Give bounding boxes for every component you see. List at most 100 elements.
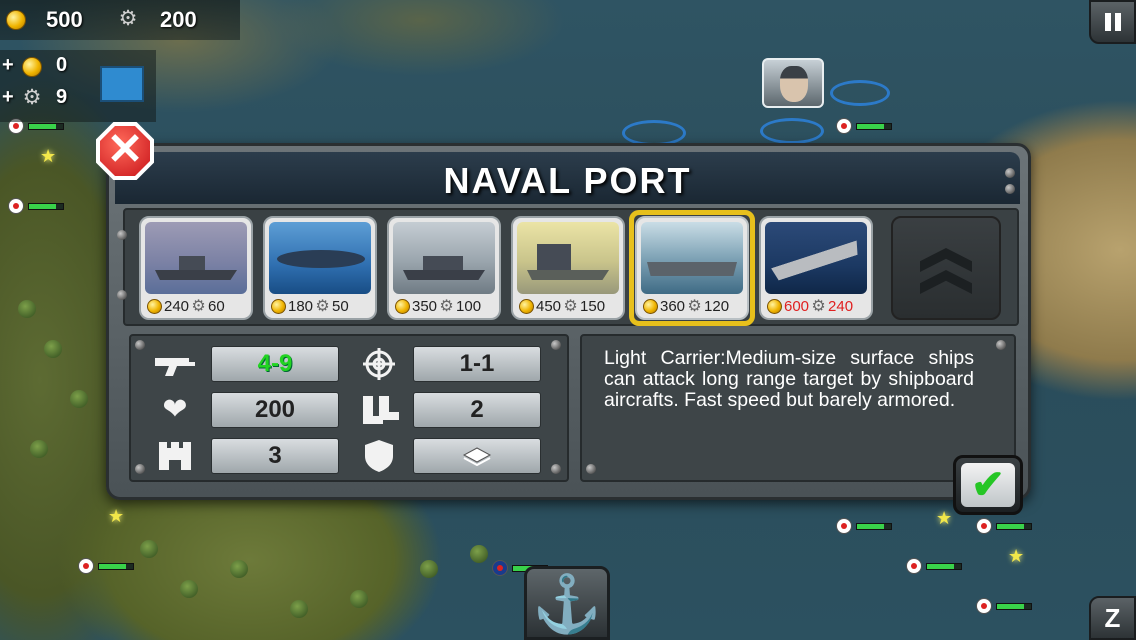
unit-health-bar: [28, 123, 64, 130]
layers-icon: [462, 447, 492, 467]
unit-health-bar: [856, 523, 892, 530]
income-panel: + 0 + ⚙ 9: [0, 50, 156, 122]
rank-chevron-icon: [920, 270, 972, 294]
japan-flag-icon: [836, 518, 852, 534]
tree: [30, 440, 48, 458]
gold-income: 0: [56, 54, 68, 76]
rank-chevron-icon: [920, 248, 972, 272]
health-value: 200: [211, 392, 339, 428]
unit-selection-strip: 240 ⚙ 60 180 ⚙ 50 350 ⚙ 100 450 ⚙ 150 36…: [117, 208, 1019, 326]
rivet-icon: [135, 340, 145, 350]
gear-icon: ⚙: [563, 297, 578, 315]
rank-star-icon: ★: [936, 508, 953, 528]
coin-icon: [147, 298, 162, 314]
unit-cost: 180 ⚙ 50: [267, 296, 375, 316]
tree: [44, 340, 62, 358]
boots-icon: [357, 392, 401, 428]
heart-icon: ❤: [162, 393, 188, 426]
unit-health-bar: [996, 603, 1032, 610]
confirm-button[interactable]: ✔: [953, 455, 1023, 515]
rivet-icon: [135, 464, 145, 474]
unit-health-bar: [28, 203, 64, 210]
rivet-icon: [586, 464, 596, 474]
tree: [420, 560, 438, 578]
coin-icon: [6, 10, 26, 30]
australia-flag-icon: [492, 560, 508, 576]
japan-flag-icon: [906, 558, 922, 574]
parts-cost: 50: [332, 297, 349, 315]
coin-icon: [271, 298, 286, 314]
attack-value: 4-9: [211, 346, 339, 382]
coin-icon: [395, 298, 410, 314]
ship-unit-marker[interactable]: [760, 118, 824, 144]
close-button[interactable]: ✕: [96, 122, 154, 180]
gear-icon: ⚙: [315, 297, 330, 315]
naval-port-dialog: NAVAL PORT 240 ⚙ 60 180 ⚙ 50 350 ⚙ 100 4…: [106, 143, 1031, 500]
ship-unit-marker[interactable]: [830, 80, 890, 106]
aircraft-carrier-image: [765, 222, 867, 294]
general-face-icon: [780, 66, 808, 102]
japan-flag-icon: [976, 518, 992, 534]
gold-cost: 450: [536, 297, 562, 315]
dialog-title: NAVAL PORT: [443, 160, 692, 201]
tree: [18, 300, 36, 318]
range-value: 1-1: [413, 346, 541, 382]
factory-icon[interactable]: [100, 66, 144, 102]
rivet-icon: [1005, 184, 1015, 194]
unit-description: Light Carrier:Medium-size surface ships …: [604, 347, 974, 411]
rivet-icon: [551, 464, 561, 474]
unit-cost: 240 ⚙ 60: [143, 296, 251, 316]
anchor-button[interactable]: ⚓: [524, 566, 610, 640]
parts-cost: 150: [580, 297, 606, 315]
tree: [350, 590, 368, 608]
rivet-icon: [1005, 168, 1015, 178]
unit-cost: 600 ⚙ 240: [763, 296, 871, 316]
gold-cost: 350: [412, 297, 438, 315]
tree: [180, 580, 198, 598]
parts-cost: 100: [456, 297, 482, 315]
general-portrait[interactable]: [762, 58, 824, 108]
unit-health-bar: [98, 563, 134, 570]
gear-icon: ⚙: [439, 297, 454, 315]
rivet-icon: [117, 230, 127, 240]
unit-card-battleship[interactable]: 450 ⚙ 150: [511, 216, 625, 320]
gun-icon: [153, 346, 197, 382]
battleship-image: [517, 222, 619, 294]
unit-card-submarine[interactable]: 180 ⚙ 50: [263, 216, 377, 320]
unit-card-cruiser[interactable]: 350 ⚙ 100: [387, 216, 501, 320]
unit-card-destroyer[interactable]: 240 ⚙ 60: [139, 216, 253, 320]
building-icon: [153, 438, 197, 474]
parts-amount: 200: [160, 7, 197, 32]
checkmark-icon: ✔: [971, 463, 1005, 507]
japan-flag-icon: [836, 118, 852, 134]
tree: [230, 560, 248, 578]
japan-flag-icon: [976, 598, 992, 614]
gold-income-sign: +: [2, 54, 14, 76]
parts-income-sign: +: [2, 86, 14, 108]
tree: [70, 390, 88, 408]
coin-icon: [767, 298, 782, 314]
unit-card-aircraft-carrier[interactable]: 600 ⚙ 240: [759, 216, 873, 320]
rank-star-icon: ★: [108, 506, 125, 526]
japan-flag-icon: [8, 198, 24, 214]
close-icon: ✕: [106, 125, 144, 174]
gold-cost: 240: [164, 297, 190, 315]
rivet-icon: [996, 340, 1006, 350]
tree: [470, 545, 488, 563]
tree: [140, 540, 158, 558]
rivet-icon: [117, 290, 127, 300]
parts-cost: 60: [208, 297, 225, 315]
unit-stats-panel: 4-9 1-1 ❤ 200 2 3: [129, 334, 569, 482]
rivet-icon: [551, 340, 561, 350]
locked-unit-slot: [891, 216, 1001, 320]
crosshair-icon: [357, 346, 401, 382]
rank-star-icon: ★: [1008, 546, 1025, 566]
zoom-button[interactable]: Z: [1089, 596, 1136, 640]
gear-icon: ⚙: [191, 297, 206, 315]
submarine-image: [269, 222, 371, 294]
cruiser-image: [393, 222, 495, 294]
title-bar: NAVAL PORT: [115, 152, 1020, 204]
unit-health-bar: [856, 123, 892, 130]
pause-button[interactable]: [1089, 0, 1136, 44]
defense-value: 3: [211, 438, 339, 474]
